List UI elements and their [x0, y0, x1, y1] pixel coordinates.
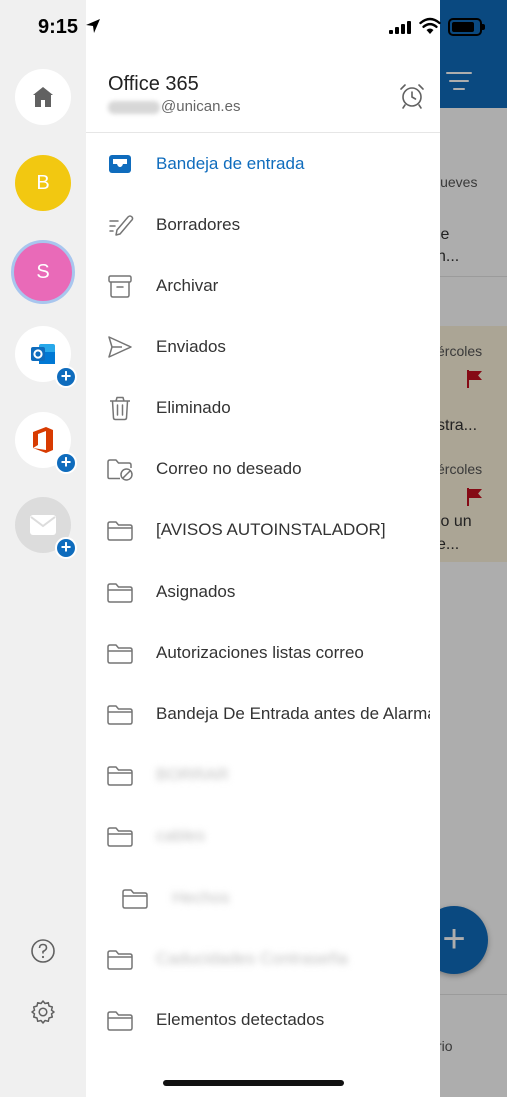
folder-label: Archivar	[156, 276, 219, 295]
folder-label: Bandeja De Entrada antes de Alarmas	[156, 704, 430, 723]
envelope-icon	[30, 515, 56, 535]
outlook-icon	[31, 344, 55, 364]
folder-autorizaciones[interactable]: Autorizaciones listas correo	[86, 625, 440, 681]
home-indicator[interactable]	[163, 1080, 344, 1086]
account-email: @unican.es	[108, 98, 240, 115]
folder-redacted-subfolder[interactable]: Hechos	[86, 870, 440, 926]
junk-folder-icon	[107, 459, 133, 481]
folder-icon	[107, 950, 133, 970]
folder-redacted-3[interactable]: Caducidades Contraseña	[86, 931, 440, 987]
folder-redacted-2[interactable]: cables	[86, 808, 440, 864]
inbox-icon	[109, 155, 131, 173]
folder-label: Borradores	[156, 215, 241, 234]
folder-icon	[107, 644, 133, 664]
folder-label: Caducidades Contraseña	[156, 949, 348, 968]
add-office-account-button[interactable]: +	[15, 412, 77, 474]
status-time: 9:15	[38, 16, 79, 38]
folder-label: Asignados	[156, 582, 236, 601]
folder-drafts[interactable]: Borradores	[86, 197, 440, 253]
trash-icon	[110, 396, 130, 421]
archive-icon	[108, 275, 132, 298]
folder-icon	[122, 889, 148, 909]
folder-label: cables	[156, 826, 206, 845]
drafts-pencil-icon	[109, 215, 134, 236]
add-mail-account-button[interactable]: +	[15, 497, 77, 559]
folder-drawer: Office 365 @unican.es Bandeja de entrada…	[86, 0, 440, 1097]
battery-icon	[448, 18, 485, 36]
folder-label: BORRAR	[156, 765, 229, 784]
location-arrow-icon	[86, 19, 100, 33]
status-bar: 9:15	[0, 0, 507, 56]
home-button[interactable]	[15, 69, 71, 125]
folder-deleted[interactable]: Eliminado	[86, 380, 440, 436]
divider	[86, 132, 440, 133]
redacted-username	[108, 100, 160, 114]
folder-label: Correo no deseado	[156, 459, 302, 478]
folder-icon	[107, 705, 133, 725]
settings-gear-icon[interactable]	[30, 999, 56, 1025]
alarm-clock-icon[interactable]	[398, 82, 426, 110]
folder-label: Hechos	[172, 888, 230, 907]
add-badge-icon: +	[55, 537, 77, 559]
account-avatar-s[interactable]: S	[11, 240, 75, 304]
home-icon	[33, 87, 53, 107]
folder-bandeja-antes-alarmas[interactable]: Bandeja De Entrada antes de Alarmas	[86, 686, 440, 742]
folder-icon	[107, 521, 133, 541]
folder-label: Autorizaciones listas correo	[156, 643, 364, 662]
folder-elementos-detectados[interactable]: Elementos detectados	[86, 992, 440, 1048]
folder-icon	[107, 766, 133, 786]
add-badge-icon: +	[55, 452, 77, 474]
avatar-initial: S	[36, 260, 50, 283]
folder-junk[interactable]: Correo no deseado	[86, 441, 440, 497]
avatar-initial: B	[36, 171, 50, 194]
folder-sent[interactable]: Enviados	[86, 319, 440, 375]
account-avatar-b[interactable]: B	[15, 155, 71, 211]
account-name: Office 365	[108, 73, 199, 95]
folder-label: Eliminado	[156, 398, 231, 417]
folder-label: Bandeja de entrada	[156, 154, 305, 173]
folder-label: Enviados	[156, 337, 226, 356]
folder-avisos-autoinstalador[interactable]: [AVISOS AUTOINSTALADOR]	[86, 502, 440, 558]
folder-label: Elementos detectados	[156, 1010, 325, 1029]
folder-redacted-1[interactable]: BORRAR	[86, 747, 440, 803]
account-rail: B S + + +	[0, 0, 86, 1097]
folder-icon	[107, 583, 133, 603]
office-icon	[33, 427, 53, 453]
help-icon[interactable]	[30, 938, 56, 964]
folder-archive[interactable]: Archivar	[86, 258, 440, 314]
add-outlook-account-button[interactable]: +	[15, 326, 77, 388]
folder-inbox[interactable]: Bandeja de entrada	[86, 136, 440, 192]
wifi-icon	[419, 17, 441, 34]
folder-icon	[107, 1011, 133, 1031]
send-icon	[108, 336, 132, 358]
add-badge-icon: +	[55, 366, 77, 388]
cellular-signal-icon	[389, 21, 413, 34]
folder-icon	[107, 827, 133, 847]
folder-asignados[interactable]: Asignados	[86, 564, 440, 620]
folder-label: [AVISOS AUTOINSTALADOR]	[156, 520, 386, 539]
